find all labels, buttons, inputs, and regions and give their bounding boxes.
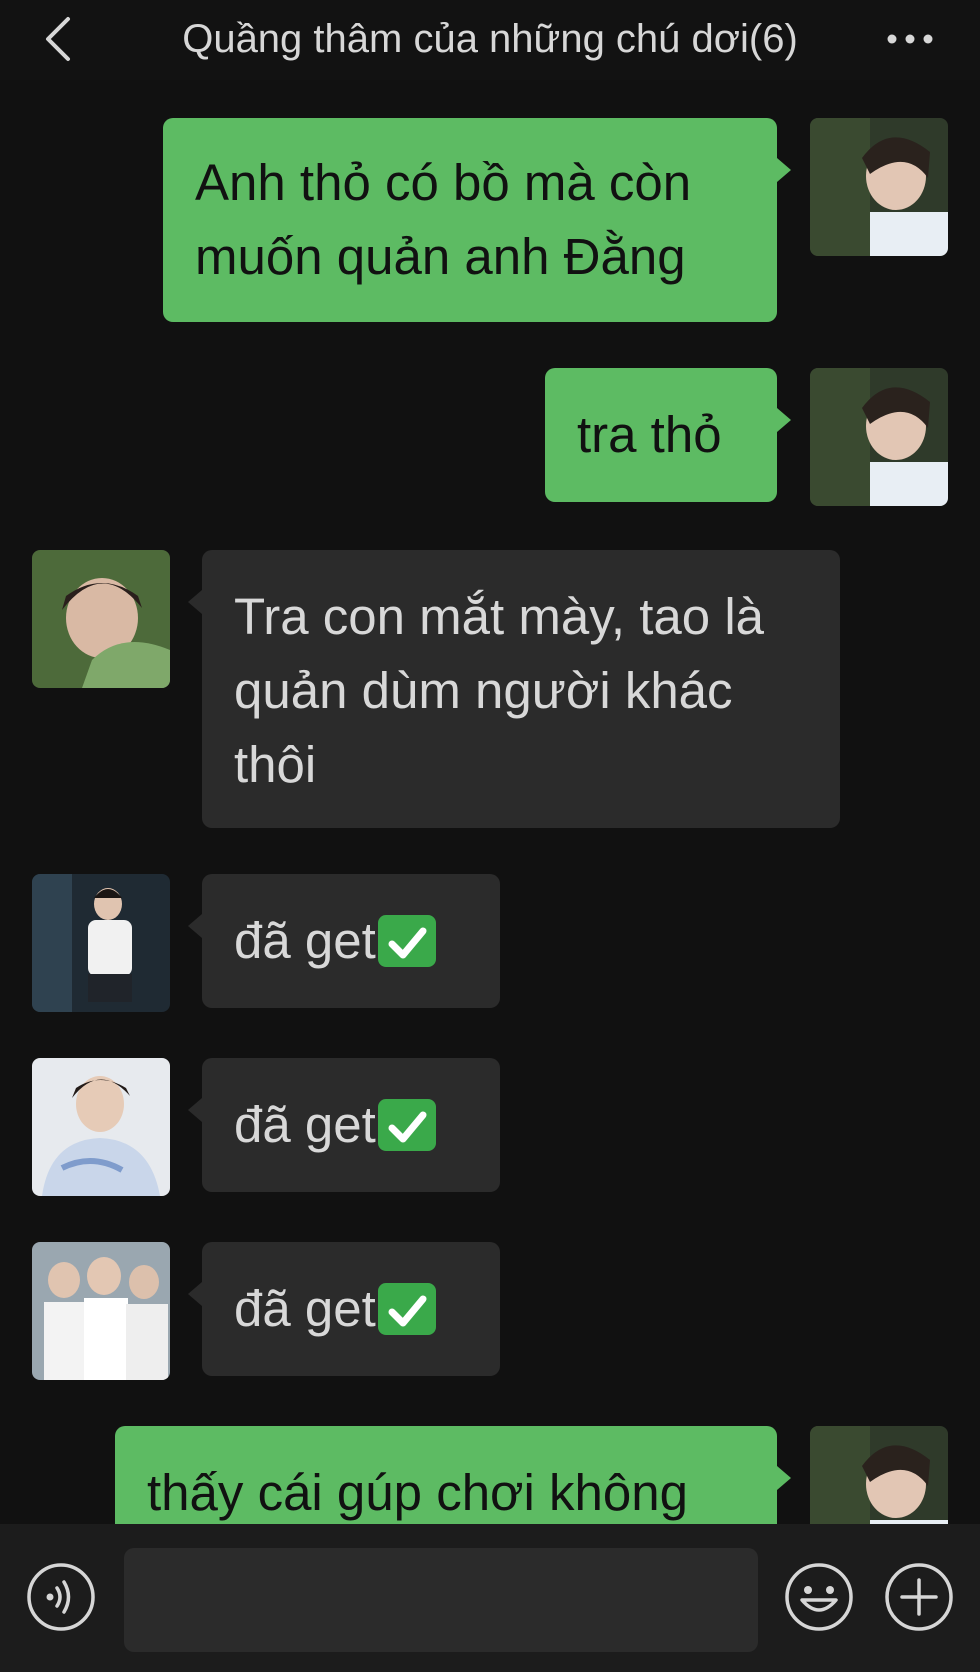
avatar[interactable] <box>32 1242 170 1380</box>
message-line: tra thỏ <box>577 406 722 463</box>
message-bubble[interactable]: đã get <box>202 1242 500 1376</box>
avatar-photo-icon <box>810 368 948 506</box>
message-text: đã get <box>234 1280 376 1337</box>
bubble-tail <box>777 1466 791 1490</box>
check-mark-icon <box>377 914 436 967</box>
avatar[interactable] <box>810 368 948 506</box>
avatar-photo-icon <box>32 1242 170 1380</box>
back-button[interactable] <box>40 14 80 64</box>
emoji-button[interactable] <box>784 1562 854 1632</box>
avatar[interactable] <box>32 550 170 688</box>
bubble-tail <box>777 158 791 182</box>
avatar[interactable] <box>810 118 948 256</box>
voice-icon <box>27 1563 95 1631</box>
plus-icon <box>885 1563 953 1631</box>
more-dots-icon <box>887 34 933 44</box>
avatar[interactable] <box>32 1058 170 1196</box>
voice-button[interactable] <box>26 1562 96 1632</box>
message-bubble[interactable]: Tra con mắt mày, tao là quản dùm người k… <box>202 550 840 828</box>
chevron-left-icon <box>46 17 70 61</box>
message-line: thấy cái gúp chơi không <box>147 1464 688 1521</box>
message-line: quản dùm người khác <box>234 662 733 719</box>
message-line: Anh thỏ có bồ mà còn <box>195 154 692 211</box>
chat-header: Quầng thâm của những chú dơi(6) <box>0 0 980 80</box>
message-line: muốn quản anh Đằng <box>195 228 686 285</box>
input-bar <box>0 1524 980 1672</box>
message-input[interactable] <box>124 1548 758 1652</box>
more-actions-button[interactable] <box>884 1562 954 1632</box>
check-mark-icon <box>377 1282 436 1335</box>
message-text: đã get <box>234 912 376 969</box>
message-line: Tra con mắt mày, tao là <box>234 588 765 645</box>
avatar-photo-icon <box>32 874 170 1012</box>
message-bubble[interactable]: đã get <box>202 874 500 1008</box>
message-bubble[interactable]: tra thỏ <box>545 368 777 502</box>
bubble-tail <box>188 590 202 614</box>
bubble-tail <box>188 1282 202 1306</box>
message-text: đã get <box>234 1096 376 1153</box>
avatar[interactable] <box>32 874 170 1012</box>
bubble-tail <box>777 408 791 432</box>
bubble-tail <box>188 914 202 938</box>
emoji-icon <box>785 1563 853 1631</box>
avatar-photo-icon <box>32 1058 170 1196</box>
chat-title: Quầng thâm của những chú dơi(6) <box>182 17 798 61</box>
more-options-button[interactable] <box>880 14 940 64</box>
message-line: thôi <box>234 736 317 793</box>
avatar-photo-icon <box>810 118 948 256</box>
message-bubble[interactable]: đã get <box>202 1058 500 1192</box>
avatar-photo-icon <box>32 550 170 688</box>
bubble-tail <box>188 1098 202 1122</box>
message-bubble[interactable]: Anh thỏ có bồ mà còn muốn quản anh Đằng <box>163 118 777 322</box>
check-mark-icon <box>377 1098 436 1151</box>
